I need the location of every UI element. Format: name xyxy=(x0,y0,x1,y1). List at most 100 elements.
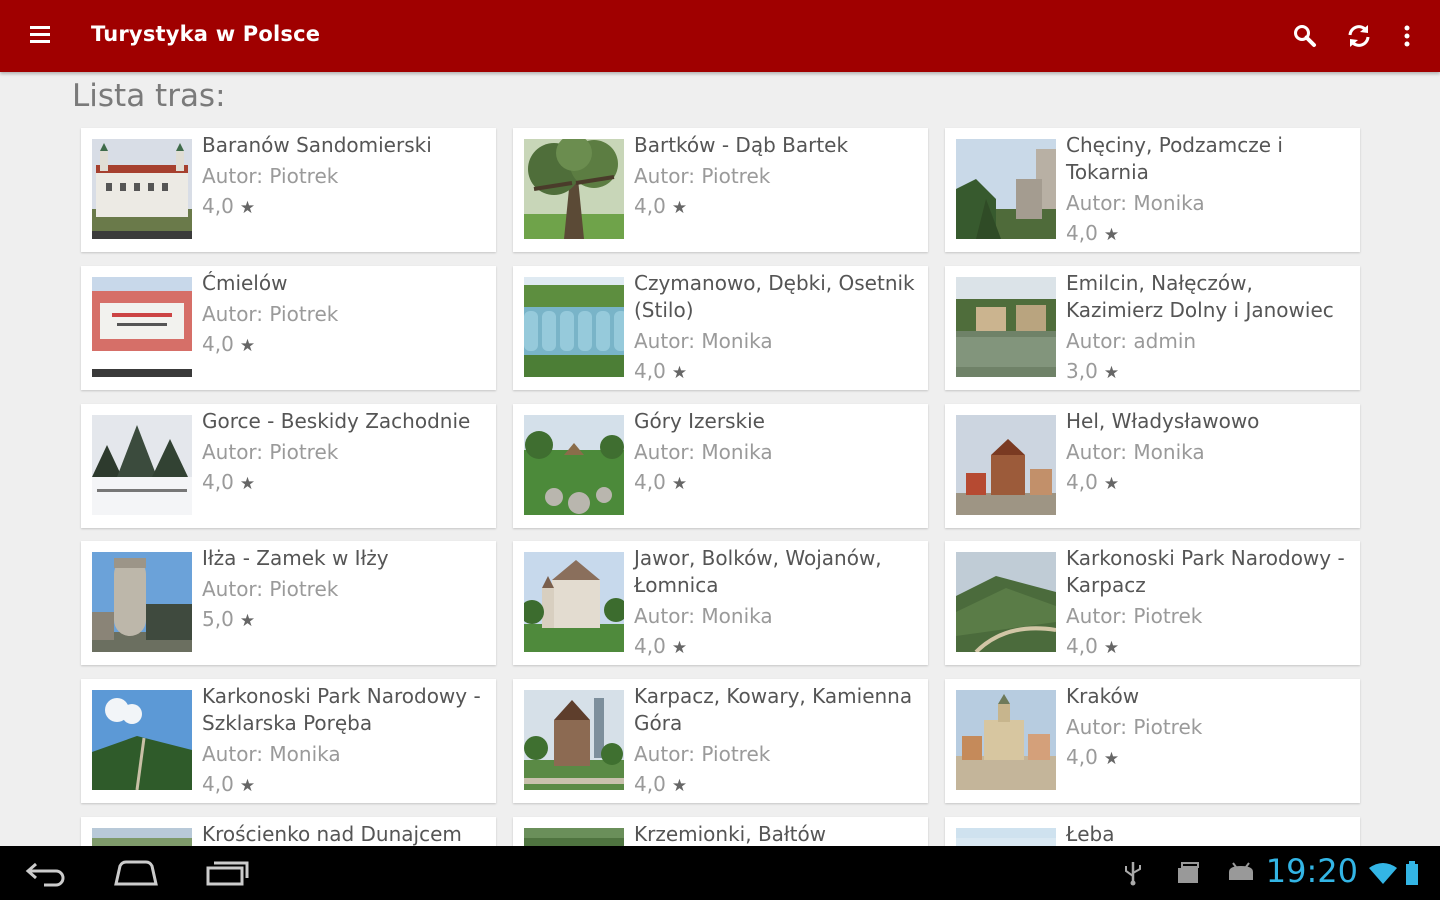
route-author: Autor: Monika xyxy=(634,604,773,628)
route-thumbnail xyxy=(524,690,624,790)
route-name: Jawor, Bolków, Wojanów, Łomnica xyxy=(634,546,882,597)
route-info: Emilcin, Nałęczów, Kazimierz Dolny i Jan… xyxy=(1066,270,1356,388)
route-card[interactable]: Kraków Autor: Piotrek 4,0 ★ xyxy=(945,679,1360,803)
rating-value: 4,0 xyxy=(634,470,666,494)
route-thumbnail xyxy=(956,552,1056,652)
list-heading: Lista tras: xyxy=(72,78,226,114)
route-name: Bartków - Dąb Bartek xyxy=(634,133,849,157)
route-card[interactable]: Emilcin, Nałęczów, Kazimierz Dolny i Jan… xyxy=(945,266,1360,390)
route-info: Iłża - Zamek w Iłży Autor: Piotrek 5,0 ★ xyxy=(202,545,492,636)
route-thumbnail xyxy=(956,277,1056,377)
star-icon: ★ xyxy=(671,638,688,658)
route-card[interactable]: Karkonoski Park Narodowy - Szklarska Por… xyxy=(81,679,496,803)
battery-icon xyxy=(1404,860,1420,890)
route-info: Krościenko nad Dunajcem xyxy=(202,821,492,846)
route-info: Łeba xyxy=(1066,821,1356,846)
route-rating: 5,0 ★ xyxy=(202,604,492,636)
rating-value: 4,0 xyxy=(1066,634,1098,658)
star-icon: ★ xyxy=(239,336,256,356)
route-info: Karkonoski Park Narodowy - Szklarska Por… xyxy=(202,683,492,801)
rating-value: 4,0 xyxy=(1066,470,1098,494)
route-rating: 4,0 ★ xyxy=(634,467,924,499)
back-icon[interactable] xyxy=(24,858,68,892)
action-bar: Turystyka w Polsce xyxy=(0,0,1440,72)
route-author: Autor: Piotrek xyxy=(1066,715,1203,739)
route-rating: 4,0 ★ xyxy=(202,191,492,223)
route-name: Gorce - Beskidy Zachodnie xyxy=(202,409,471,433)
route-thumbnail xyxy=(92,277,192,377)
route-info: Jawor, Bolków, Wojanów, Łomnica Autor: Mo… xyxy=(634,545,924,663)
star-icon: ★ xyxy=(671,198,688,218)
star-icon: ★ xyxy=(671,474,688,494)
route-info: Czymanowo, Dębki, Osetnik (Stilo) Autor: … xyxy=(634,270,924,388)
rating-value: 3,0 xyxy=(1066,359,1098,383)
route-card[interactable]: Iłża - Zamek w Iłży Autor: Piotrek 5,0 ★ xyxy=(81,541,496,665)
star-icon: ★ xyxy=(671,363,688,383)
route-card[interactable]: Bartków - Dąb Bartek Autor: Piotrek 4,0 ★ xyxy=(513,128,928,252)
route-author: Autor: Monika xyxy=(634,329,773,353)
route-card[interactable]: Karkonoski Park Narodowy - Karpacz Autor:… xyxy=(945,541,1360,665)
search-icon[interactable] xyxy=(1291,22,1319,50)
rating-value: 4,0 xyxy=(202,470,234,494)
route-name: Krzemionki, Bałtów xyxy=(634,822,827,846)
star-icon: ★ xyxy=(1103,474,1120,494)
hamburger-menu-icon[interactable] xyxy=(30,26,52,46)
overflow-menu-icon[interactable] xyxy=(1393,22,1421,50)
route-card[interactable]: Czymanowo, Dębki, Osetnik (Stilo) Autor: … xyxy=(513,266,928,390)
system-nav-bar: 19:20 xyxy=(0,846,1440,900)
route-rating: 4,0 ★ xyxy=(634,191,924,223)
star-icon: ★ xyxy=(1103,638,1120,658)
route-author: Autor: Piotrek xyxy=(202,164,339,188)
route-card[interactable]: Jawor, Bolków, Wojanów, Łomnica Autor: Mo… xyxy=(513,541,928,665)
route-name: Chęciny, Podzamcze i Tokarnia xyxy=(1066,133,1283,184)
android-icon xyxy=(1226,860,1256,890)
route-rating: 4,0 ★ xyxy=(202,769,492,801)
rating-value: 4,0 xyxy=(202,772,234,796)
route-author: Autor: Monika xyxy=(634,440,773,464)
route-thumbnail xyxy=(92,139,192,239)
star-icon: ★ xyxy=(671,776,688,796)
route-info: Chęciny, Podzamcze i Tokarnia Autor: Moni… xyxy=(1066,132,1356,250)
route-name: Emilcin, Nałęczów, Kazimierz Dolny i Jan… xyxy=(1066,271,1334,322)
star-icon: ★ xyxy=(1103,225,1120,245)
route-info: Bartków - Dąb Bartek Autor: Piotrek 4,0 ★ xyxy=(634,132,924,223)
route-author: Autor: Piotrek xyxy=(202,577,339,601)
recent-apps-icon[interactable] xyxy=(204,858,250,892)
route-rating: 4,0 ★ xyxy=(634,356,924,388)
route-card[interactable]: Krościenko nad Dunajcem xyxy=(81,817,496,846)
route-author: Autor: Monika xyxy=(1066,440,1205,464)
route-card[interactable]: Karpacz, Kowary, Kamienna Góra Autor: Pio… xyxy=(513,679,928,803)
route-card[interactable]: Gorce - Beskidy Zachodnie Autor: Piotrek 4… xyxy=(81,404,496,528)
route-card[interactable]: Ćmielów Autor: Piotrek 4,0 ★ xyxy=(81,266,496,390)
route-name: Iłża - Zamek w Iłży xyxy=(202,546,389,570)
route-author: Autor: Monika xyxy=(1066,191,1205,215)
rating-value: 4,0 xyxy=(634,359,666,383)
route-thumbnail xyxy=(524,415,624,515)
rating-value: 4,0 xyxy=(634,634,666,658)
route-name: Hel, Władysławowo xyxy=(1066,409,1260,433)
route-thumbnail xyxy=(956,415,1056,515)
route-list-screen[interactable]: Lista tras: Baranów Sandomierski Autor: P… xyxy=(0,72,1440,846)
route-author: Autor: Piotrek xyxy=(1066,604,1203,628)
rating-value: 4,0 xyxy=(202,194,234,218)
route-card[interactable]: Krzemionki, Bałtów xyxy=(513,817,928,846)
route-name: Ćmielów xyxy=(202,271,288,295)
route-card[interactable]: Hel, Władysławowo Autor: Monika 4,0 ★ xyxy=(945,404,1360,528)
star-icon: ★ xyxy=(1103,363,1120,383)
star-icon: ★ xyxy=(239,611,256,631)
home-icon[interactable] xyxy=(112,858,160,892)
route-info: Kraków Autor: Piotrek 4,0 ★ xyxy=(1066,683,1356,774)
refresh-icon[interactable] xyxy=(1345,22,1373,50)
route-card[interactable]: Łeba xyxy=(945,817,1360,846)
route-thumbnail xyxy=(92,828,192,846)
route-card[interactable]: Chęciny, Podzamcze i Tokarnia Autor: Moni… xyxy=(945,128,1360,252)
route-card[interactable]: Baranów Sandomierski Autor: Piotrek 4,0 ★ xyxy=(81,128,496,252)
route-card[interactable]: Góry Izerskie Autor: Monika 4,0 ★ xyxy=(513,404,928,528)
rating-value: 4,0 xyxy=(634,194,666,218)
route-name: Łeba xyxy=(1066,822,1115,846)
rating-value: 5,0 xyxy=(202,607,234,631)
route-info: Krzemionki, Bałtów xyxy=(634,821,924,846)
route-thumbnail xyxy=(92,415,192,515)
route-name: Czymanowo, Dębki, Osetnik (Stilo) xyxy=(634,271,915,322)
route-info: Hel, Władysławowo Autor: Monika 4,0 ★ xyxy=(1066,408,1356,499)
